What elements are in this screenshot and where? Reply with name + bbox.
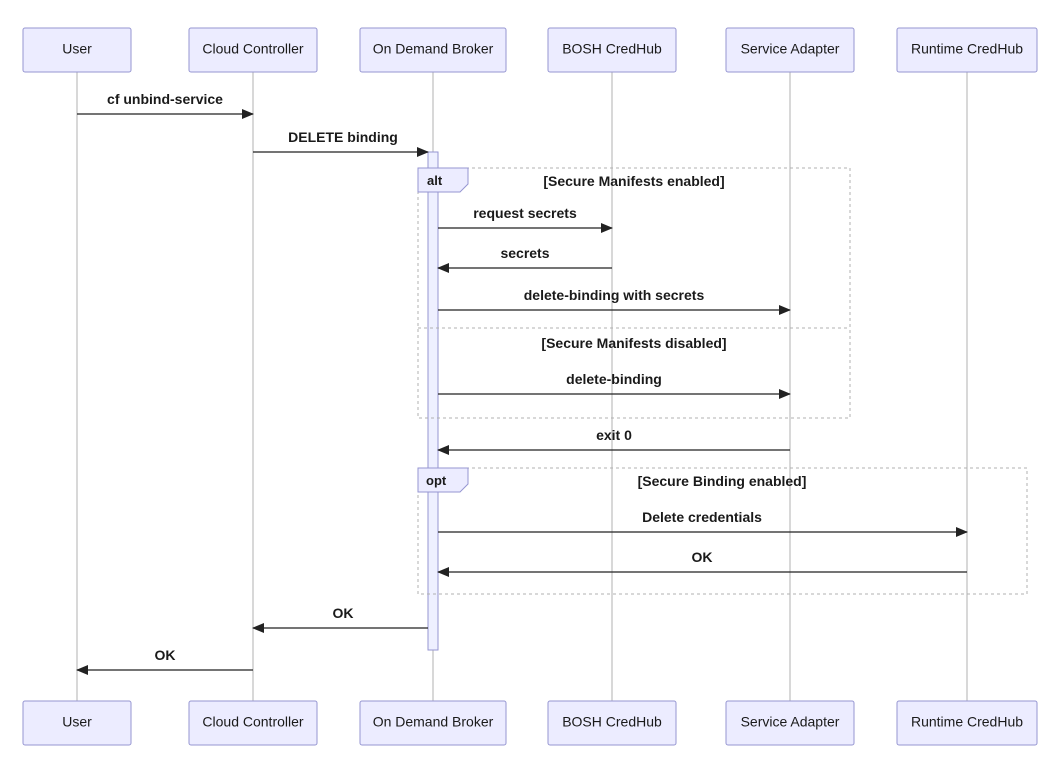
msg-delete-binding-secrets: delete-binding with secrets	[524, 287, 705, 303]
msg-exit0: exit 0	[596, 427, 632, 443]
svg-text:Cloud Controller: Cloud Controller	[202, 714, 303, 730]
alt-label: alt	[427, 173, 443, 188]
svg-text:On Demand Broker: On Demand Broker	[373, 714, 494, 730]
actor-cc-label: Cloud Controller	[202, 41, 303, 57]
alt-label-tab	[418, 168, 468, 192]
actor-odb-top: On Demand Broker	[360, 28, 506, 72]
alt-guard2: [Secure Manifests disabled]	[541, 335, 726, 351]
actor-user-top: User	[23, 28, 131, 72]
msg-delete-binding-plain: delete-binding	[566, 371, 662, 387]
activation-odb	[428, 152, 438, 650]
actor-user-label: User	[62, 41, 92, 57]
actor-bosh-label: BOSH CredHub	[562, 41, 662, 57]
opt-label: opt	[426, 473, 447, 488]
msg-cf-unbind: cf unbind-service	[107, 91, 223, 107]
actor-adapter-top: Service Adapter	[726, 28, 854, 72]
actor-runtime-top: Runtime CredHub	[897, 28, 1037, 72]
actor-bosh-bottom: BOSH CredHub	[548, 701, 676, 745]
opt-guard: [Secure Binding enabled]	[638, 473, 807, 489]
msg-ok-cc: OK	[155, 647, 176, 663]
actor-user-bottom: User	[23, 701, 131, 745]
msg-request-secrets: request secrets	[473, 205, 577, 221]
actor-runtime-label: Runtime CredHub	[911, 41, 1023, 57]
alt-guard1: [Secure Manifests enabled]	[543, 173, 724, 189]
msg-ok-runtime: OK	[692, 549, 713, 565]
svg-text:BOSH CredHub: BOSH CredHub	[562, 714, 662, 730]
actor-adapter-bottom: Service Adapter	[726, 701, 854, 745]
svg-text:Service Adapter: Service Adapter	[741, 714, 840, 730]
actor-bosh-top: BOSH CredHub	[548, 28, 676, 72]
actor-runtime-bottom: Runtime CredHub	[897, 701, 1037, 745]
msg-ok-odb: OK	[333, 605, 354, 621]
svg-text:User: User	[62, 714, 92, 730]
actor-cc-bottom: Cloud Controller	[189, 701, 317, 745]
actor-adapter-label: Service Adapter	[741, 41, 840, 57]
svg-text:Runtime CredHub: Runtime CredHub	[911, 714, 1023, 730]
msg-delete-credentials: Delete credentials	[642, 509, 762, 525]
actor-cc-top: Cloud Controller	[189, 28, 317, 72]
actor-odb-label: On Demand Broker	[373, 41, 494, 57]
sequence-diagram: User Cloud Controller On Demand Broker B…	[0, 0, 1043, 769]
msg-delete-binding: DELETE binding	[288, 129, 398, 145]
actor-odb-bottom: On Demand Broker	[360, 701, 506, 745]
msg-secrets: secrets	[500, 245, 549, 261]
